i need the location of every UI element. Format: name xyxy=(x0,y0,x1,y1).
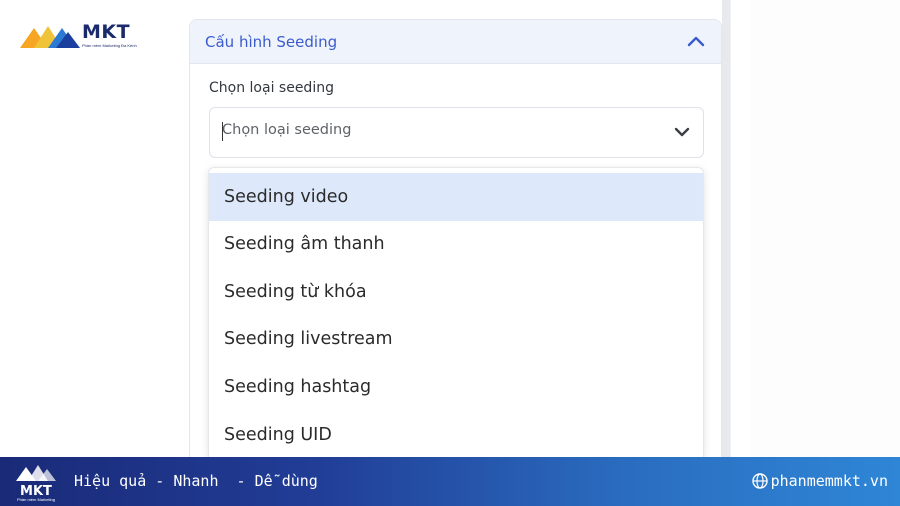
seeding-type-select[interactable] xyxy=(209,107,704,158)
seeding-type-label: Chọn loại seeding xyxy=(209,80,334,96)
option-seeding-audio[interactable]: Seeding âm thanh xyxy=(209,220,703,268)
seeding-type-input[interactable] xyxy=(222,122,652,138)
footer-banner: MKT Phần mềm Marketing Hiệu quả - Nhanh … xyxy=(0,457,900,506)
option-seeding-uid[interactable]: Seeding UID xyxy=(209,411,703,457)
option-seeding-video[interactable]: Seeding video xyxy=(209,173,703,221)
right-background xyxy=(750,0,900,457)
option-seeding-hashtag[interactable]: Seeding hashtag xyxy=(209,363,703,411)
banner-brand-subtitle: Phần mềm Marketing xyxy=(17,497,55,502)
page: MKT Phần mềm Marketing Đa Kênh Cấu hình … xyxy=(0,0,900,506)
globe-icon xyxy=(752,473,768,489)
text-cursor xyxy=(222,122,223,141)
banner-tagline: Hiệu quả - Nhanh - Dễ dùng xyxy=(74,472,318,490)
chevron-down-icon[interactable] xyxy=(674,126,690,138)
logo-subtitle: Phần mềm Marketing Đa Kênh xyxy=(82,43,137,48)
logo-brand-text: MKT xyxy=(82,21,131,43)
scrollbar[interactable] xyxy=(722,0,730,457)
brand-logo: MKT Phần mềm Marketing Đa Kênh xyxy=(20,20,140,52)
right-panel xyxy=(730,0,750,457)
card-header[interactable]: Cấu hình Seeding xyxy=(190,20,721,64)
option-seeding-livestream[interactable]: Seeding livestream xyxy=(209,315,703,363)
banner-website-link[interactable]: phanmemmkt.vn xyxy=(771,472,888,490)
chevron-up-icon[interactable] xyxy=(687,34,705,48)
card-title: Cấu hình Seeding xyxy=(205,33,338,51)
option-seeding-keyword[interactable]: Seeding từ khóa xyxy=(209,268,703,316)
mkt-banner-logo-icon: MKT Phần mềm Marketing xyxy=(16,465,56,502)
mkt-logo-icon xyxy=(20,26,80,48)
seeding-type-dropdown: Seeding video Seeding âm thanh Seeding t… xyxy=(208,167,704,457)
